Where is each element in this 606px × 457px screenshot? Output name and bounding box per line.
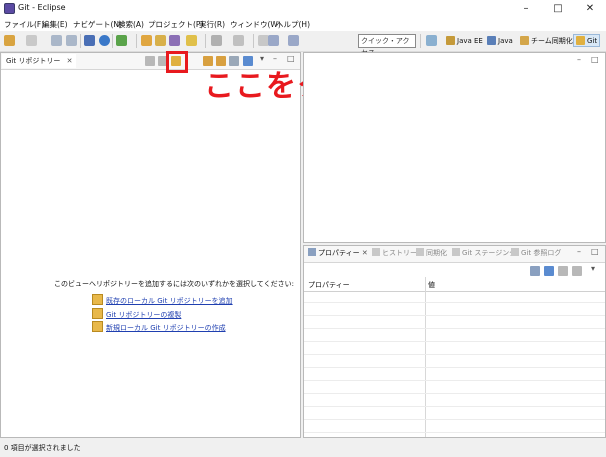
close-icon[interactable]: ✕ (362, 249, 368, 257)
team-sync-icon (520, 36, 529, 45)
perspective-java-ee[interactable]: Java EE (446, 36, 483, 45)
perspective-label: チーム同期化 (531, 37, 573, 45)
open-perspective-icon[interactable] (426, 35, 437, 46)
perspective-label: Java (498, 37, 513, 45)
tab-git-repositories[interactable]: Git リポジトリー ✕ (2, 54, 77, 68)
window-title: Git - Eclipse (18, 3, 66, 12)
menu-window[interactable]: ウィンドウ(W) (230, 19, 281, 30)
clone-repository-link[interactable]: Git リポジトリーの複製 (92, 308, 181, 320)
tab-label: 同期化 (426, 249, 447, 257)
tab-history[interactable]: ヒストリー (372, 248, 417, 258)
menu-help[interactable]: ヘルプ(H) (276, 19, 310, 30)
new-wizard-icon[interactable] (26, 35, 37, 46)
perspective-team-sync[interactable]: チーム同期化 (520, 36, 573, 46)
properties-table-header: プロパティー 値 (304, 277, 605, 292)
close-button[interactable]: ✕ (574, 0, 606, 17)
synchronize-icon (416, 248, 424, 256)
brush-icon[interactable] (186, 35, 197, 46)
eclipse-app-icon (4, 3, 15, 14)
history-icon (372, 248, 380, 256)
help-icon[interactable] (99, 35, 110, 46)
tab-label: Git リポジトリー (6, 57, 61, 65)
view-menu-icon[interactable]: ▾ (591, 264, 595, 273)
save-icon[interactable] (51, 35, 62, 46)
menu-search[interactable]: 検索(A) (118, 19, 144, 30)
add-local-repository-link[interactable]: 既存のローカル Git リポジトリーを追加 (92, 294, 233, 306)
link-label: 既存のローカル Git リポジトリーを追加 (106, 297, 233, 305)
menu-file[interactable]: ファイル(F) (4, 19, 44, 30)
restore-default-icon[interactable] (572, 266, 582, 276)
maximize-view-icon[interactable]: □ (591, 247, 599, 256)
perspective-java[interactable]: Java (487, 36, 513, 45)
properties-view: プロパティー ✕ ヒストリー 同期化 Git ステージング Git 参照ログ –… (303, 245, 606, 438)
collapse-all-icon[interactable] (145, 56, 155, 66)
repository-icon (92, 308, 103, 319)
create-local-repository-link[interactable]: 新規ローカル Git リポジトリーの作成 (92, 321, 226, 333)
tab-properties[interactable]: プロパティー ✕ (308, 248, 368, 258)
empty-view-message: このビューへリポジトリーを追加するには次のいずれかを選択してください: (54, 280, 294, 288)
annotation-icon[interactable] (233, 35, 244, 46)
minimize-view-icon[interactable]: – (577, 247, 581, 256)
menu-bar: ファイル(F) 編集(E) ナビゲート(N) 検索(A) プロジェクト(P) 実… (0, 17, 606, 31)
close-icon[interactable]: ✕ (67, 57, 73, 65)
menu-run[interactable]: 実行(R) (199, 19, 225, 30)
maximize-view-icon[interactable]: □ (591, 55, 599, 64)
tab-label: Git 参照ログ (521, 249, 562, 257)
status-bar: 0 項目が選択されました (0, 439, 606, 457)
show-categories-icon[interactable] (544, 266, 554, 276)
view-tab-bar: プロパティー ✕ ヒストリー 同期化 Git ステージング Git 参照ログ –… (304, 246, 605, 263)
minimize-button[interactable]: – (510, 0, 542, 17)
tab-label: Git ステージング (462, 249, 517, 257)
perspective-git[interactable]: Git (573, 34, 601, 47)
pin-icon[interactable] (211, 35, 222, 46)
column-value: 値 (428, 281, 435, 289)
git-icon (576, 36, 585, 45)
menu-edit[interactable]: 編集(E) (42, 19, 68, 30)
tab-label: プロパティー (318, 249, 360, 257)
git-reflog-icon (511, 248, 519, 256)
menu-project[interactable]: プロジェクト(P) (148, 19, 203, 30)
repository-icon (92, 294, 103, 305)
column-divider[interactable] (425, 277, 426, 437)
git-repositories-view: Git リポジトリー ✕ ▾ – □ このビューへリポジトリーを追加するには次の… (0, 52, 301, 438)
status-text: 0 項目が選択されました (4, 444, 81, 452)
open-folder-icon[interactable] (155, 35, 166, 46)
properties-icon (308, 248, 316, 256)
forward-icon[interactable] (288, 35, 299, 46)
forward-history-icon[interactable] (268, 35, 279, 46)
menu-navigate[interactable]: ナビゲート(N) (73, 19, 122, 30)
save-all-icon[interactable] (66, 35, 77, 46)
java-icon (487, 36, 496, 45)
tab-label: ヒストリー (382, 249, 417, 257)
column-property: プロパティー (308, 281, 350, 289)
perspective-label: Git (587, 37, 598, 45)
link-label: Git リポジトリーの複製 (106, 311, 182, 319)
tab-git-staging[interactable]: Git ステージング (452, 248, 516, 258)
perspective-label: Java EE (457, 37, 483, 45)
open-type-icon[interactable] (141, 35, 152, 46)
repository-icon (92, 321, 103, 332)
git-staging-icon (452, 248, 460, 256)
title-bar: Git - Eclipse – □ ✕ (0, 0, 606, 17)
new-icon[interactable] (4, 35, 15, 46)
link-label: 新規ローカル Git リポジトリーの作成 (106, 324, 226, 332)
quick-access-input[interactable]: クイック・アクセス (358, 34, 416, 57)
show-advanced-icon[interactable] (558, 266, 568, 276)
main-toolbar: クイック・アクセス Java EE Java チーム同期化 Git (0, 31, 606, 57)
terminal-icon[interactable] (84, 35, 95, 46)
tab-synchronize[interactable]: 同期化 (416, 248, 447, 258)
tab-git-reflog[interactable]: Git 参照ログ (511, 248, 561, 258)
maximize-button[interactable]: □ (542, 0, 574, 17)
highlight-box (166, 51, 188, 73)
editor-area: – □ (303, 52, 606, 243)
java-ee-icon (446, 36, 455, 45)
minimize-view-icon[interactable]: – (577, 55, 581, 64)
debug-icon[interactable] (116, 35, 127, 46)
pin-view-icon[interactable] (530, 266, 540, 276)
run-icon[interactable] (169, 35, 180, 46)
